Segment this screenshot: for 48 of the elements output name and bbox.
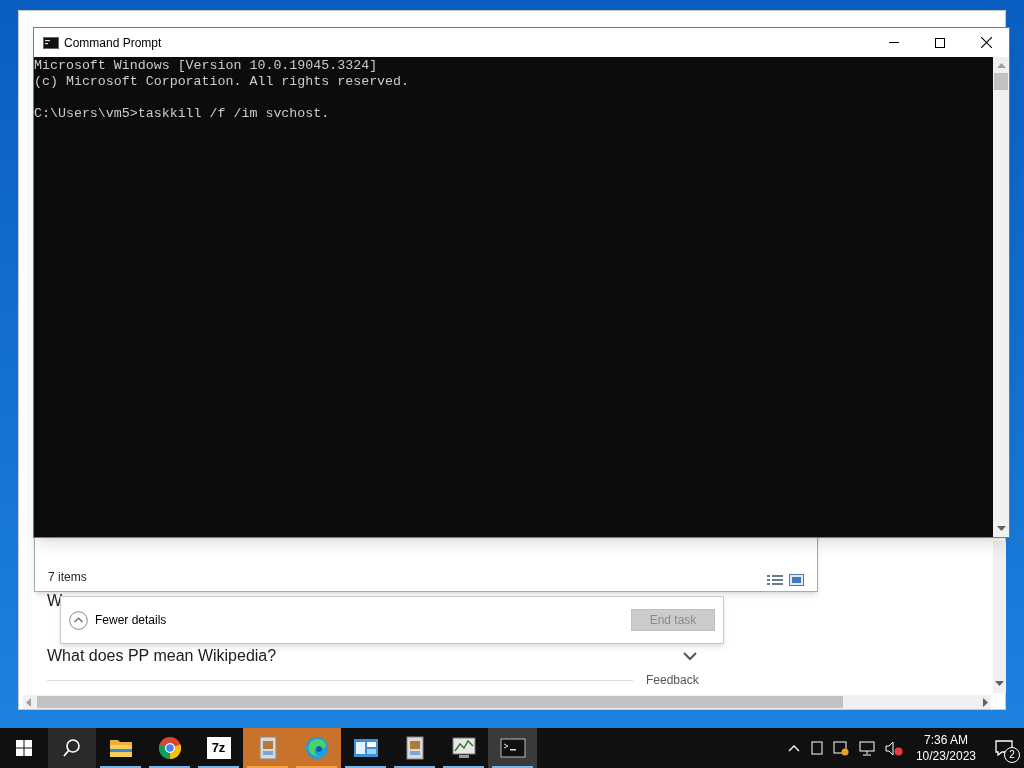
notification-badge: 2: [1004, 747, 1020, 763]
folder-icon: [108, 738, 133, 758]
tablet-icon[interactable]: [810, 741, 823, 755]
fewer-details-link[interactable]: Fewer details: [95, 611, 167, 629]
vertical-scrollbar[interactable]: [993, 57, 1009, 537]
scrollbar-thumb[interactable]: [37, 696, 843, 708]
archive-icon: 7z: [206, 737, 231, 759]
chart-monitor-icon: [450, 736, 477, 760]
collapse-icon[interactable]: [69, 610, 88, 630]
details-view-icon[interactable]: [767, 574, 783, 586]
search-button[interactable]: [48, 728, 96, 768]
window-title: Command Prompt: [64, 34, 162, 52]
terminal-icon: [43, 36, 59, 49]
windows-logo-icon: [16, 740, 32, 756]
search-icon: [62, 738, 82, 758]
preview-view-icon[interactable]: [789, 574, 804, 586]
scroll-down-icon[interactable]: [995, 681, 1004, 687]
chevron-up-icon[interactable]: [787, 744, 800, 752]
console-area[interactable]: Microsoft Windows [Version 10.0.19045.3324] (c) Microsoft Corporation. All rights reserved. C:\Users\vm5>taskkill /f /im svchost.: [34, 57, 993, 537]
control-panel-icon: [352, 737, 379, 759]
minimize-icon: [889, 42, 899, 43]
console-line: (c) Microsoft Corporation. All rights reserved.: [34, 74, 410, 90]
close-icon: [980, 37, 992, 48]
chrome-icon: [157, 736, 182, 760]
vertical-scrollbar[interactable]: [993, 541, 1006, 693]
scroll-down-icon[interactable]: [996, 526, 1006, 532]
scroll-right-icon[interactable]: [983, 697, 989, 707]
horizontal-scrollbar[interactable]: [23, 695, 991, 709]
network-icon[interactable]: [858, 740, 875, 756]
installer-icon: [403, 735, 426, 761]
muted-speaker-icon[interactable]: [884, 740, 903, 756]
console-line: Microsoft Windows [Version 10.0.19045.3324]: [34, 58, 378, 74]
console-line: C:\Users\vm5>taskkill /f /im svchost.: [34, 106, 330, 122]
scrollbar-thumb[interactable]: [994, 73, 1008, 90]
installer-icon: [256, 735, 279, 761]
notifications-button[interactable]: 2: [984, 728, 1024, 768]
maximize-icon: [935, 37, 945, 48]
item-count: 7 items: [48, 569, 87, 586]
clock-date[interactable]: 10/23/2023: [915, 748, 976, 764]
terminal-icon: [499, 738, 526, 758]
clock-time[interactable]: 7:36 AM: [923, 732, 968, 748]
feedback-link[interactable]: Feedback: [646, 671, 699, 689]
taskbar-app[interactable]: 7z: [194, 728, 243, 768]
taskbar-app[interactable]: [488, 728, 537, 768]
message-icon: [995, 740, 1013, 756]
edge-icon: [304, 736, 329, 760]
chevron-down-icon[interactable]: [683, 651, 697, 661]
question-text[interactable]: What does PP mean Wikipedia?: [47, 647, 277, 665]
